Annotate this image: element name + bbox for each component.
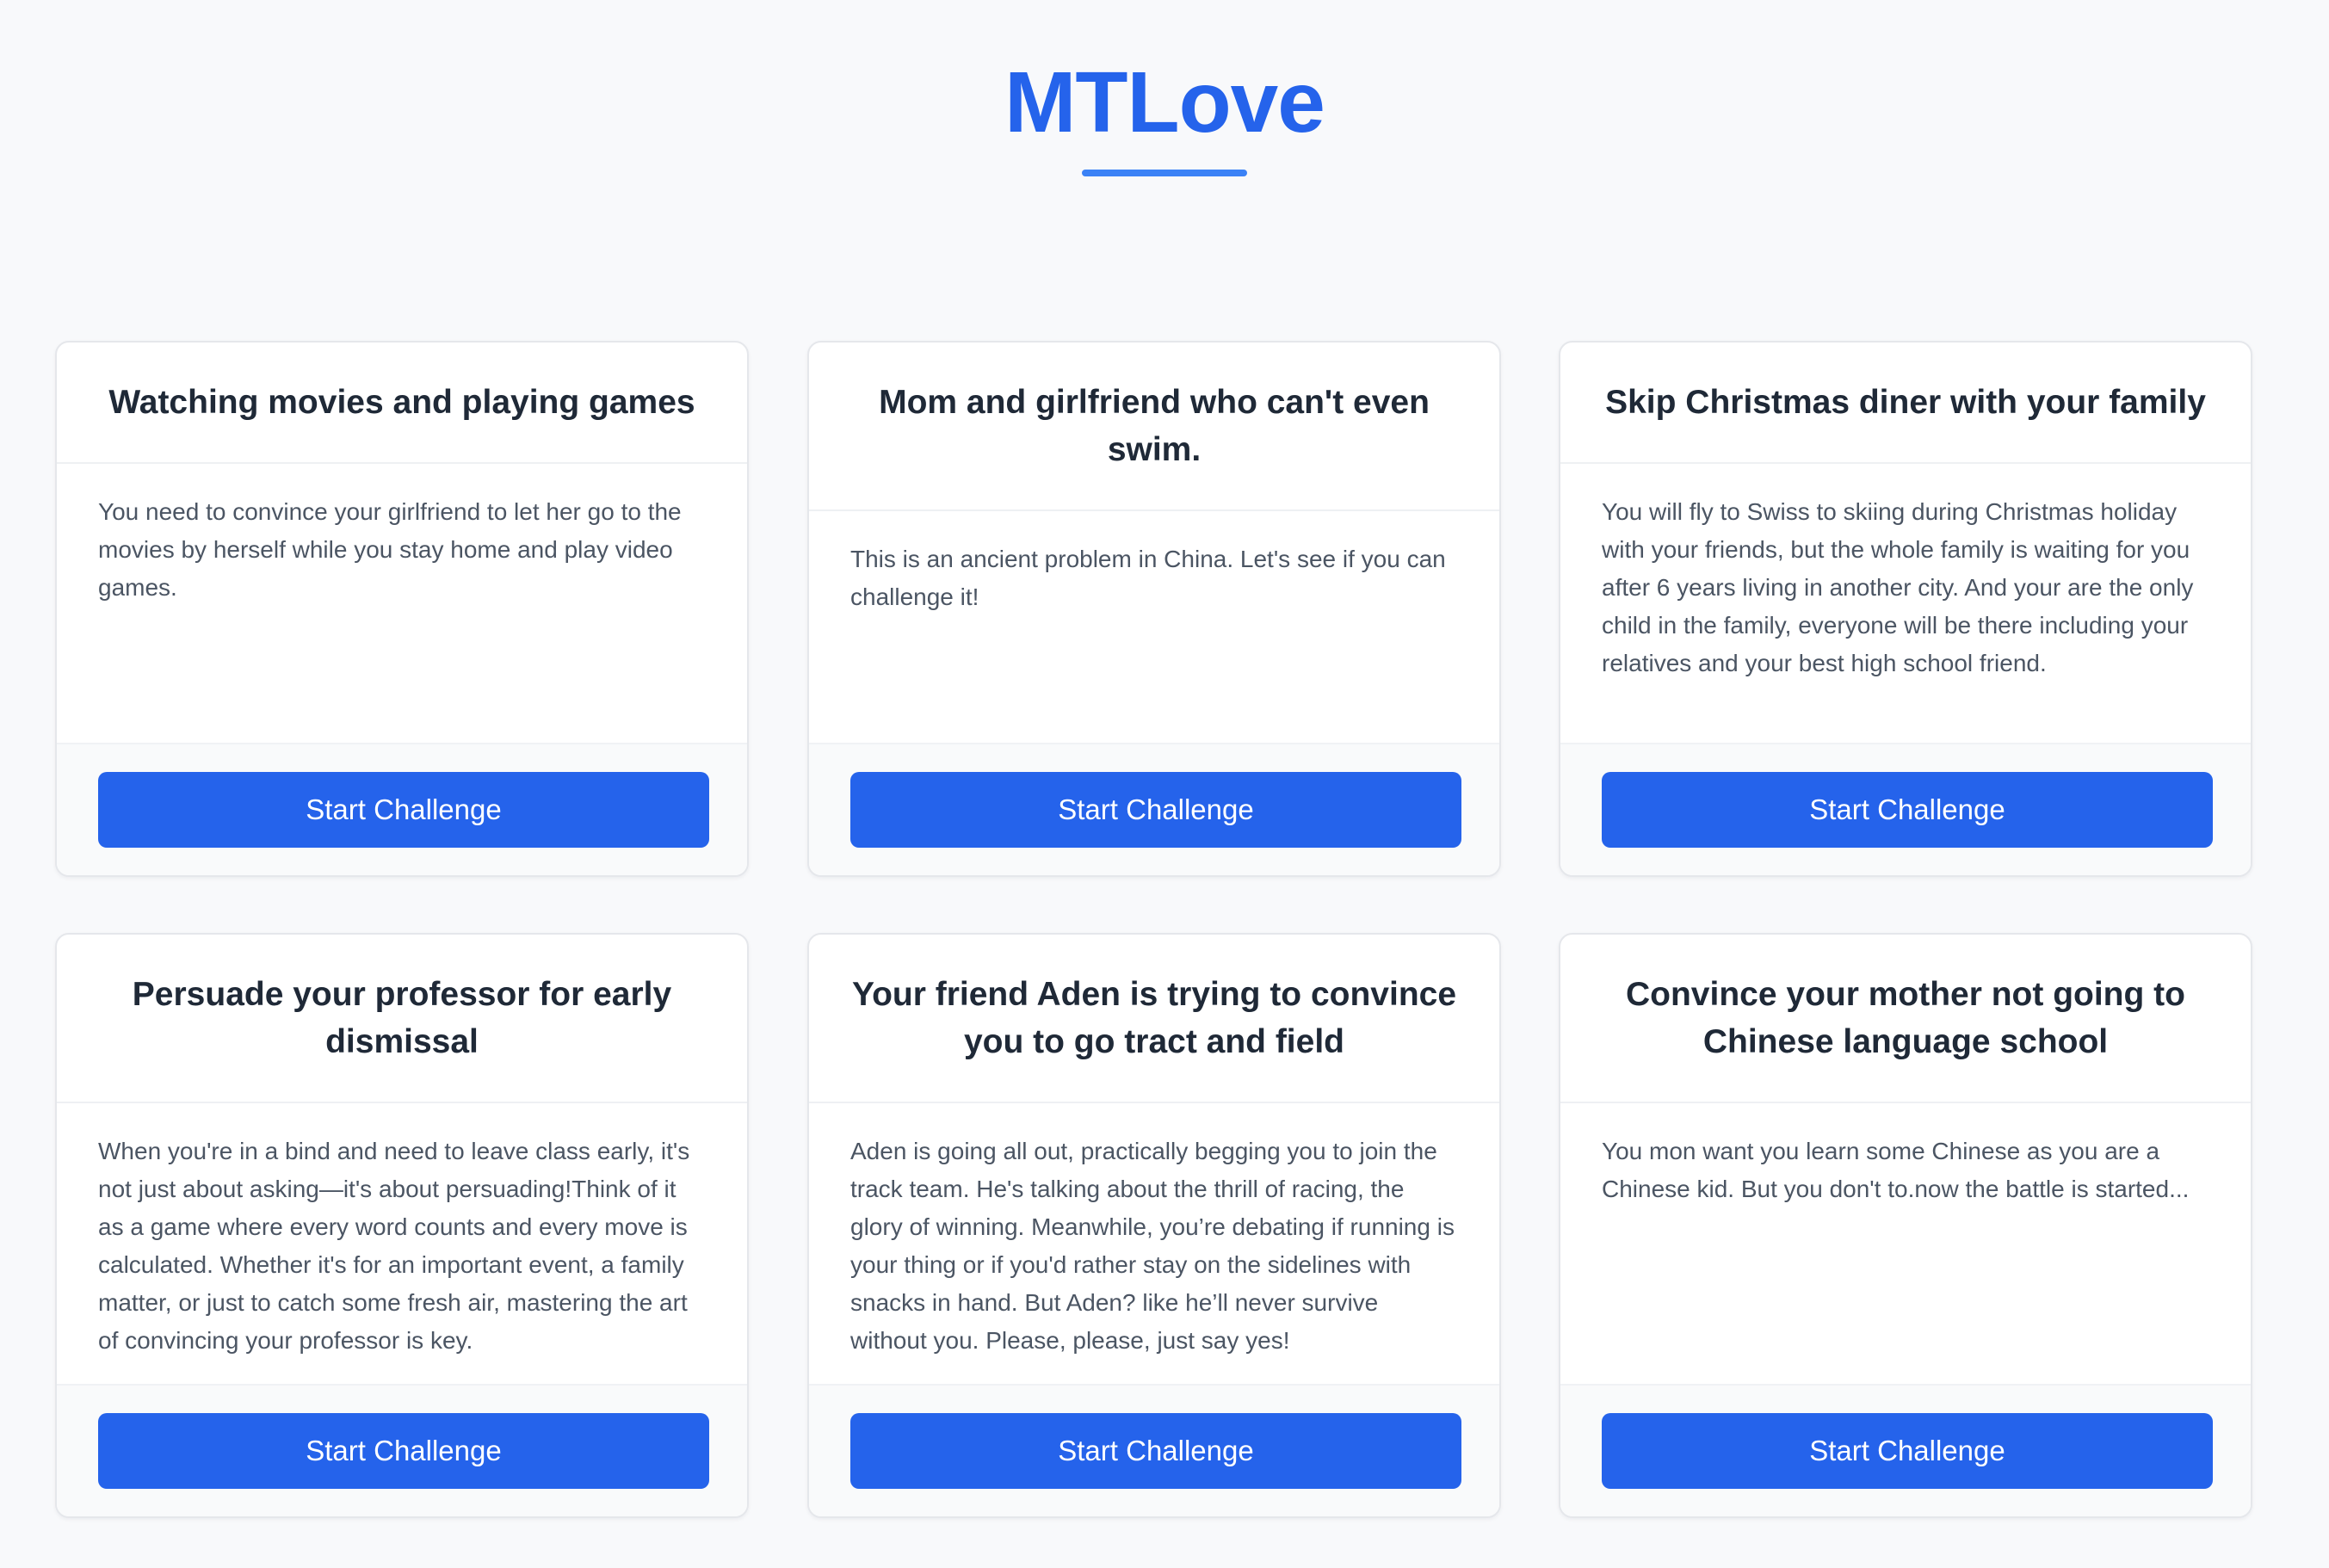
card-header: Skip Christmas diner with your family (1560, 343, 2251, 464)
card-title: Mom and girlfriend who can't even swim. (879, 384, 1430, 468)
challenge-card: Mom and girlfriend who can't even swim. … (807, 341, 1501, 877)
start-challenge-button[interactable]: Start Challenge (850, 1413, 1461, 1489)
card-footer: Start Challenge (57, 743, 747, 875)
card-description: You will fly to Swiss to skiing during C… (1602, 498, 2194, 676)
card-header: Watching movies and playing games (57, 343, 747, 464)
card-footer: Start Challenge (809, 1384, 1499, 1516)
card-body: You need to convince your girlfriend to … (57, 464, 747, 607)
card-description: This is an ancient problem in China. Let… (850, 546, 1446, 610)
card-title: Skip Christmas diner with your family (1605, 384, 2206, 421)
card-header: Persuade your professor for early dismis… (57, 935, 747, 1103)
challenge-card: Convince your mother not going to Chines… (1559, 933, 2252, 1518)
card-footer: Start Challenge (809, 743, 1499, 875)
challenge-card: Skip Christmas diner with your family Yo… (1559, 341, 2252, 877)
challenge-card: Your friend Aden is trying to convince y… (807, 933, 1501, 1518)
card-header: Mom and girlfriend who can't even swim. (809, 343, 1499, 511)
card-footer: Start Challenge (57, 1384, 747, 1516)
start-challenge-button[interactable]: Start Challenge (1602, 1413, 2213, 1489)
card-body: Aden is going all out, practically beggi… (809, 1103, 1499, 1360)
card-body: You mon want you learn some Chinese as y… (1560, 1103, 2251, 1208)
card-description: Aden is going all out, practically beggi… (850, 1138, 1455, 1354)
card-footer: Start Challenge (1560, 1384, 2251, 1516)
card-title: Watching movies and playing games (108, 384, 695, 421)
card-description: When you're in a bind and need to leave … (98, 1138, 690, 1354)
start-challenge-button[interactable]: Start Challenge (850, 772, 1461, 848)
page-header: MTLove (0, 0, 2329, 176)
challenge-card: Persuade your professor for early dismis… (55, 933, 749, 1518)
start-challenge-button[interactable]: Start Challenge (1602, 772, 2213, 848)
card-title: Your friend Aden is trying to convince y… (851, 976, 1457, 1060)
card-footer: Start Challenge (1560, 743, 2251, 875)
card-header: Convince your mother not going to Chines… (1560, 935, 2251, 1103)
card-header: Your friend Aden is trying to convince y… (809, 935, 1499, 1103)
card-body: You will fly to Swiss to skiing during C… (1560, 464, 2251, 682)
start-challenge-button[interactable]: Start Challenge (98, 1413, 709, 1489)
app-title: MTLove (1004, 54, 1325, 151)
card-title: Persuade your professor for early dismis… (132, 976, 672, 1060)
start-challenge-button[interactable]: Start Challenge (98, 772, 709, 848)
card-title: Convince your mother not going to Chines… (1626, 976, 2185, 1060)
title-underline (1082, 170, 1247, 176)
card-description: You mon want you learn some Chinese as y… (1602, 1138, 2190, 1202)
card-description: You need to convince your girlfriend to … (98, 498, 682, 601)
challenge-card: Watching movies and playing games You ne… (55, 341, 749, 877)
card-body: When you're in a bind and need to leave … (57, 1103, 747, 1360)
card-body: This is an ancient problem in China. Let… (809, 511, 1499, 616)
